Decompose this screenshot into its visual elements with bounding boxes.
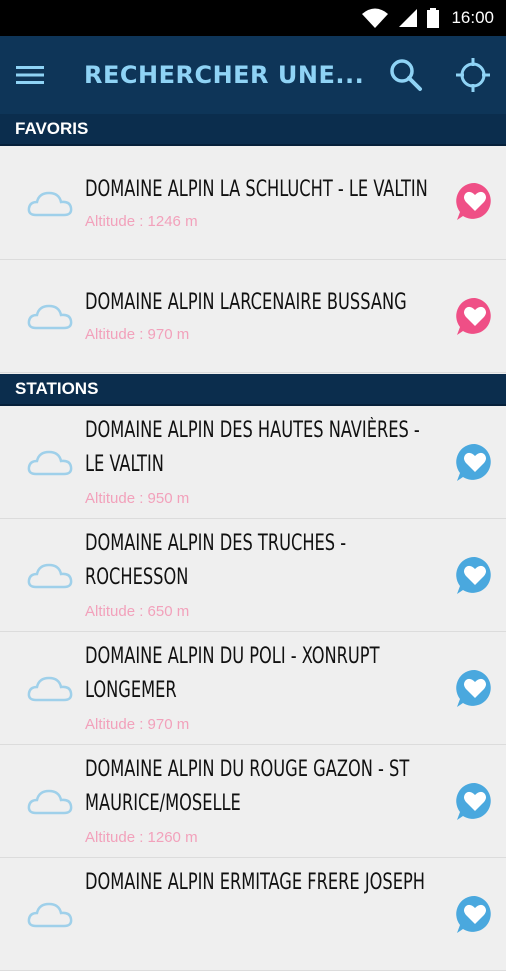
station-name-line2: ROCHESSON: [85, 565, 189, 590]
cloud-icon: [27, 902, 73, 928]
station-altitude: Altitude : 950 m: [85, 490, 190, 507]
cloud-icon: [27, 789, 73, 815]
heart-icon[interactable]: [455, 668, 495, 708]
station-name-line2: MAURICE/MOSELLE: [85, 791, 241, 816]
station-altitude: Altitude : 970 m: [85, 326, 190, 343]
station-altitude: Altitude : 1246 m: [85, 213, 198, 230]
app-bar: RECHERCHER UNE...: [0, 36, 506, 114]
crosshair-icon: [456, 58, 490, 92]
section-header-stations: STATIONS: [0, 374, 506, 406]
station-name-line2: LONGEMER: [85, 678, 177, 703]
heart-icon[interactable]: [455, 181, 495, 221]
station-name-line1: DOMAINE ALPIN DES TRUCHES -: [85, 531, 347, 556]
search-icon: [390, 59, 422, 91]
heart-icon[interactable]: [455, 442, 495, 482]
clock: 16:00: [451, 8, 494, 27]
search-button[interactable]: [378, 36, 434, 114]
list-item[interactable]: DOMAINE ALPIN DES HAUTES NAVIÈRES - LE V…: [0, 406, 506, 519]
heart-icon[interactable]: [455, 296, 495, 336]
station-name-line2: LE VALTIN: [85, 452, 164, 477]
locate-button[interactable]: [445, 36, 501, 114]
station-altitude: Altitude : 650 m: [85, 603, 190, 620]
station-name-line1: DOMAINE ALPIN ERMITAGE FRERE JOSEPH: [85, 870, 425, 895]
station-name: DOMAINE ALPIN DES TRUCHES - ROCHESSON: [85, 527, 438, 595]
battery-icon: [427, 8, 440, 28]
cloud-icon: [27, 191, 73, 217]
wifi-icon: [362, 8, 389, 28]
station-name: DOMAINE ALPIN DU ROUGE GAZON - ST MAURIC…: [85, 753, 438, 821]
cloud-icon: [27, 676, 73, 702]
heart-icon[interactable]: [455, 781, 495, 821]
station-name: DOMAINE ALPIN LA SCHLUCHT - LE VALTIN: [85, 177, 428, 202]
station-name: DOMAINE ALPIN ERMITAGE FRERE JOSEPH: [85, 866, 438, 900]
station-name: DOMAINE ALPIN LARCENAIRE BUSSANG: [85, 290, 407, 315]
cloud-icon: [27, 304, 73, 330]
cloud-icon: [27, 450, 73, 476]
station-altitude: Altitude : 970 m: [85, 716, 190, 733]
station-name: DOMAINE ALPIN DU POLI - XONRUPT LONGEMER: [85, 640, 438, 708]
hamburger-icon: [16, 66, 44, 84]
status-bar: 16:00: [0, 0, 506, 36]
page-title: RECHERCHER UNE...: [84, 61, 365, 89]
heart-icon[interactable]: [455, 894, 495, 934]
cloud-icon: [27, 563, 73, 589]
station-altitude: Altitude : 1260 m: [85, 829, 198, 846]
list-item[interactable]: DOMAINE ALPIN ERMITAGE FRERE JOSEPH: [0, 858, 506, 971]
list-item[interactable]: DOMAINE ALPIN DU POLI - XONRUPT LONGEMER…: [0, 632, 506, 745]
menu-button[interactable]: [10, 36, 50, 114]
list-item[interactable]: DOMAINE ALPIN LA SCHLUCHT - LE VALTIN Al…: [0, 147, 506, 260]
list-item[interactable]: DOMAINE ALPIN DU ROUGE GAZON - ST MAURIC…: [0, 745, 506, 858]
signal-icon: [399, 9, 418, 27]
station-name-line1: DOMAINE ALPIN DU POLI - XONRUPT: [85, 644, 380, 669]
station-name-line1: DOMAINE ALPIN DES HAUTES NAVIÈRES -: [85, 418, 420, 443]
station-name-line1: DOMAINE ALPIN DU ROUGE GAZON - ST: [85, 757, 410, 782]
list-item[interactable]: DOMAINE ALPIN DES TRUCHES - ROCHESSON Al…: [0, 519, 506, 632]
list-item[interactable]: DOMAINE ALPIN LARCENAIRE BUSSANG Altitud…: [0, 260, 506, 373]
heart-icon[interactable]: [455, 555, 495, 595]
section-header-favorites: FAVORIS: [0, 114, 506, 146]
station-name: DOMAINE ALPIN DES HAUTES NAVIÈRES - LE V…: [85, 414, 438, 482]
